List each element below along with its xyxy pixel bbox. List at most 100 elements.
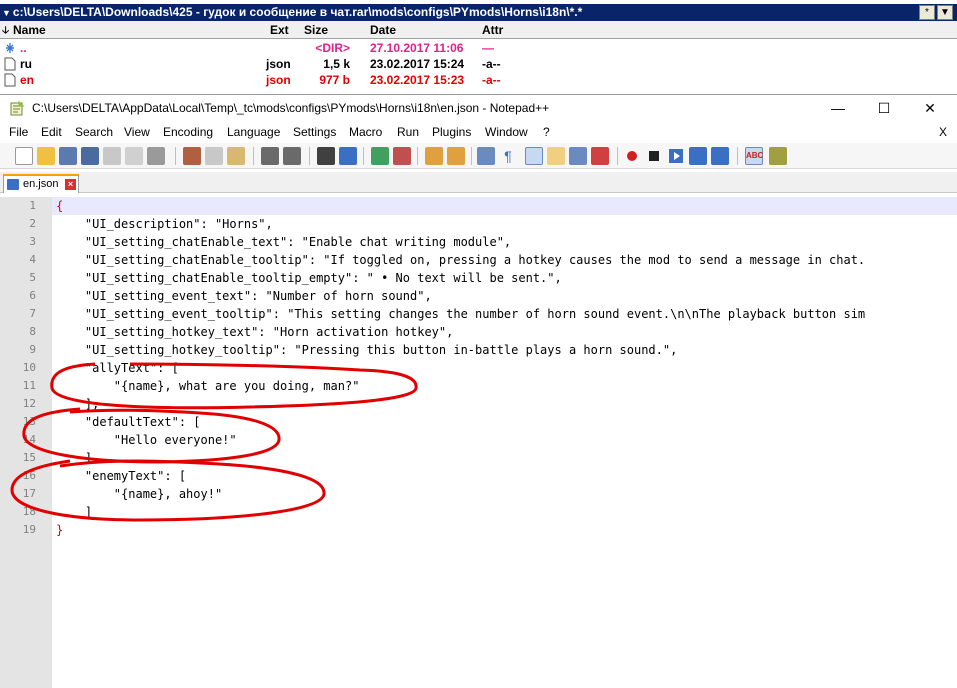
- redo-icon[interactable]: [283, 147, 301, 165]
- user-lang-icon[interactable]: [547, 147, 565, 165]
- zoom-in-icon[interactable]: [371, 147, 389, 165]
- record-macro-icon[interactable]: [623, 147, 641, 165]
- save-macro-icon[interactable]: [711, 147, 729, 165]
- menu-edit[interactable]: Edit: [41, 125, 62, 139]
- tc-row-attr: -a--: [482, 57, 501, 71]
- tc-row-name: ..: [20, 41, 27, 55]
- close-all-icon[interactable]: [125, 147, 143, 165]
- line-number: 7: [29, 307, 36, 320]
- code-line: "UI_setting_chatEnable_tooltip": "If tog…: [56, 253, 866, 267]
- word-wrap-icon[interactable]: [477, 147, 495, 165]
- toolbar-separator: [417, 147, 418, 165]
- function-list-icon[interactable]: [591, 147, 609, 165]
- undo-icon[interactable]: [261, 147, 279, 165]
- tc-row-en[interactable]: en json 977 b 23.02.2017 15:23 -a--: [0, 72, 957, 88]
- menu-help[interactable]: ?: [543, 125, 550, 139]
- tc-row-size: 977 b: [319, 73, 350, 87]
- menu-encoding[interactable]: Encoding: [163, 125, 213, 139]
- line-number: 5: [29, 271, 36, 284]
- code-editor[interactable]: 1 {2 "UI_description": "Horns", 3 "UI_sett…: [0, 197, 957, 688]
- tc-row-attr: —: [482, 41, 494, 55]
- print-icon[interactable]: [147, 147, 165, 165]
- line-number: 14: [22, 433, 36, 446]
- paste-icon[interactable]: [227, 147, 245, 165]
- code-line: "defaultText": [: [56, 415, 201, 429]
- play-macro-icon[interactable]: [667, 147, 685, 165]
- close-file-icon[interactable]: [103, 147, 121, 165]
- spell-check-icon[interactable]: ABC: [745, 147, 763, 165]
- tc-row-name: ru: [20, 57, 32, 71]
- line-number: 15: [22, 451, 36, 464]
- show-all-chars-icon[interactable]: ¶: [499, 147, 517, 165]
- title-bar[interactable]: C:\Users\DELTA\AppData\Local\Temp\_tc\mo…: [0, 95, 957, 121]
- tc-col-attr[interactable]: Attr: [482, 23, 503, 37]
- save-icon[interactable]: [59, 147, 77, 165]
- tc-col-date[interactable]: Date: [370, 23, 396, 37]
- line-number: 8: [29, 325, 36, 338]
- toolbar-separator: [617, 147, 618, 165]
- close-button[interactable]: ✕: [907, 95, 953, 121]
- line-number: 6: [29, 289, 36, 302]
- menu-search[interactable]: Search: [75, 125, 113, 139]
- close-document-button[interactable]: X: [939, 125, 947, 139]
- save-all-icon[interactable]: [81, 147, 99, 165]
- replace-icon[interactable]: [339, 147, 357, 165]
- stop-macro-icon[interactable]: [645, 147, 663, 165]
- doc-map-icon[interactable]: [569, 147, 587, 165]
- menu-file[interactable]: File: [9, 125, 28, 139]
- copy-icon[interactable]: [205, 147, 223, 165]
- menu-view[interactable]: View: [124, 125, 150, 139]
- toolbar-separator: [737, 147, 738, 165]
- current-line-highlight: [52, 197, 957, 215]
- maximize-button[interactable]: ☐: [861, 95, 907, 121]
- notepad-window: C:\Users\DELTA\AppData\Local\Temp\_tc\mo…: [0, 94, 957, 688]
- line-number: 3: [29, 235, 36, 248]
- minimize-button[interactable]: —: [815, 95, 861, 121]
- line-number: 16: [22, 469, 36, 482]
- up-dir-icon: [6, 43, 14, 53]
- tc-col-name[interactable]: Name: [13, 23, 46, 37]
- menu-settings[interactable]: Settings: [293, 125, 336, 139]
- tc-row-attr: -a--: [482, 73, 501, 87]
- toolbar: ¶ ABC: [0, 143, 957, 169]
- chevron-down-icon[interactable]: ▼: [2, 8, 11, 18]
- tc-path-text: c:\Users\DELTA\Downloads\425 - гудок и с…: [12, 5, 583, 19]
- cut-icon[interactable]: [183, 147, 201, 165]
- tc-row-ext: json: [266, 57, 291, 71]
- menu-window[interactable]: Window: [485, 125, 528, 139]
- line-number: 2: [29, 217, 36, 230]
- tc-row-parent[interactable]: .. <DIR> 27.10.2017 11:06 —: [0, 40, 957, 56]
- code-line: "UI_setting_hotkey_tooltip": "Pressing t…: [56, 343, 678, 357]
- line-number: 12: [22, 397, 36, 410]
- tc-col-ext[interactable]: Ext: [270, 23, 289, 37]
- tc-row-ext: json: [266, 73, 291, 87]
- tc-row-ru[interactable]: ru json 1,5 k 23.02.2017 15:24 -a--: [0, 56, 957, 72]
- plugin-icon[interactable]: [769, 147, 787, 165]
- sync-vertical-icon[interactable]: [425, 147, 443, 165]
- code-line: "UI_setting_chatEnable_text": "Enable ch…: [56, 235, 512, 249]
- toolbar-separator: [363, 147, 364, 165]
- code-line: ],: [56, 451, 100, 465]
- open-file-icon[interactable]: [37, 147, 55, 165]
- line-number: 17: [22, 487, 36, 500]
- menu-run[interactable]: Run: [397, 125, 419, 139]
- tc-history-button[interactable]: ▼: [937, 5, 953, 20]
- menu-plugins[interactable]: Plugins: [432, 125, 471, 139]
- tc-filter-button[interactable]: *: [919, 5, 935, 20]
- menu-language[interactable]: Language: [227, 125, 280, 139]
- tab-bar: en.json ×: [0, 172, 957, 193]
- new-file-icon[interactable]: [15, 147, 33, 165]
- find-icon[interactable]: [317, 147, 335, 165]
- code-line: "{name}, ahoy!": [56, 487, 223, 501]
- file-icon: [4, 57, 16, 71]
- run-macro-multiple-icon[interactable]: [689, 147, 707, 165]
- zoom-out-icon[interactable]: [393, 147, 411, 165]
- close-icon[interactable]: ×: [65, 179, 76, 190]
- notepadpp-logo-icon: [10, 101, 24, 116]
- indent-guide-icon[interactable]: [525, 147, 543, 165]
- tc-col-size[interactable]: Size: [304, 23, 328, 37]
- file-icon: [4, 73, 16, 87]
- tab-en-json[interactable]: en.json ×: [3, 174, 79, 193]
- menu-macro[interactable]: Macro: [349, 125, 382, 139]
- sync-horizontal-icon[interactable]: [447, 147, 465, 165]
